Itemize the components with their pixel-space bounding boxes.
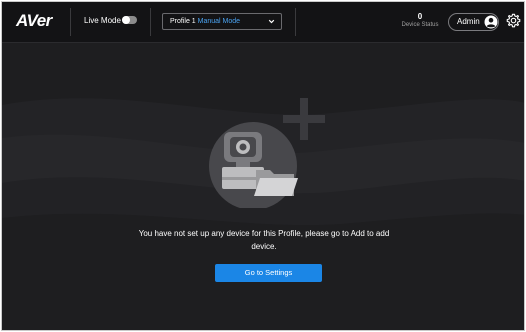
device-count: 0 xyxy=(417,12,423,21)
aver-logo: AVer xyxy=(16,11,52,30)
profile-name: Profile 1 xyxy=(170,18,198,25)
app-window: AVer Live Mode Profile 1 Manual Mode 0 D… xyxy=(1,1,525,331)
empty-state-message: You have not set up any device for this … xyxy=(138,229,390,251)
live-mode-label: Live Mode xyxy=(84,16,121,25)
divider xyxy=(70,8,71,36)
device-status-label: Device Status xyxy=(401,22,439,28)
chevron-down-icon xyxy=(268,14,275,35)
user-icon xyxy=(484,15,498,34)
user-menu-button[interactable]: Admin xyxy=(448,13,499,31)
profile-mode: Manual Mode xyxy=(197,18,241,25)
profile-dropdown[interactable]: Profile 1 Manual Mode xyxy=(162,13,282,30)
top-bar: AVer Live Mode Profile 1 Manual Mode 0 D… xyxy=(2,2,524,43)
empty-state-illustration xyxy=(209,98,325,208)
gear-icon[interactable] xyxy=(506,13,521,33)
divider xyxy=(150,8,151,36)
toggle-knob xyxy=(122,16,130,24)
user-name: Admin xyxy=(457,17,480,26)
plus-icon xyxy=(283,98,325,140)
go-to-settings-button[interactable]: Go to Settings xyxy=(215,264,322,282)
device-status[interactable]: 0 Device Status xyxy=(400,12,440,29)
main-content: You have not set up any device for this … xyxy=(2,43,524,330)
live-mode-toggle[interactable] xyxy=(122,16,137,24)
divider xyxy=(295,8,296,36)
